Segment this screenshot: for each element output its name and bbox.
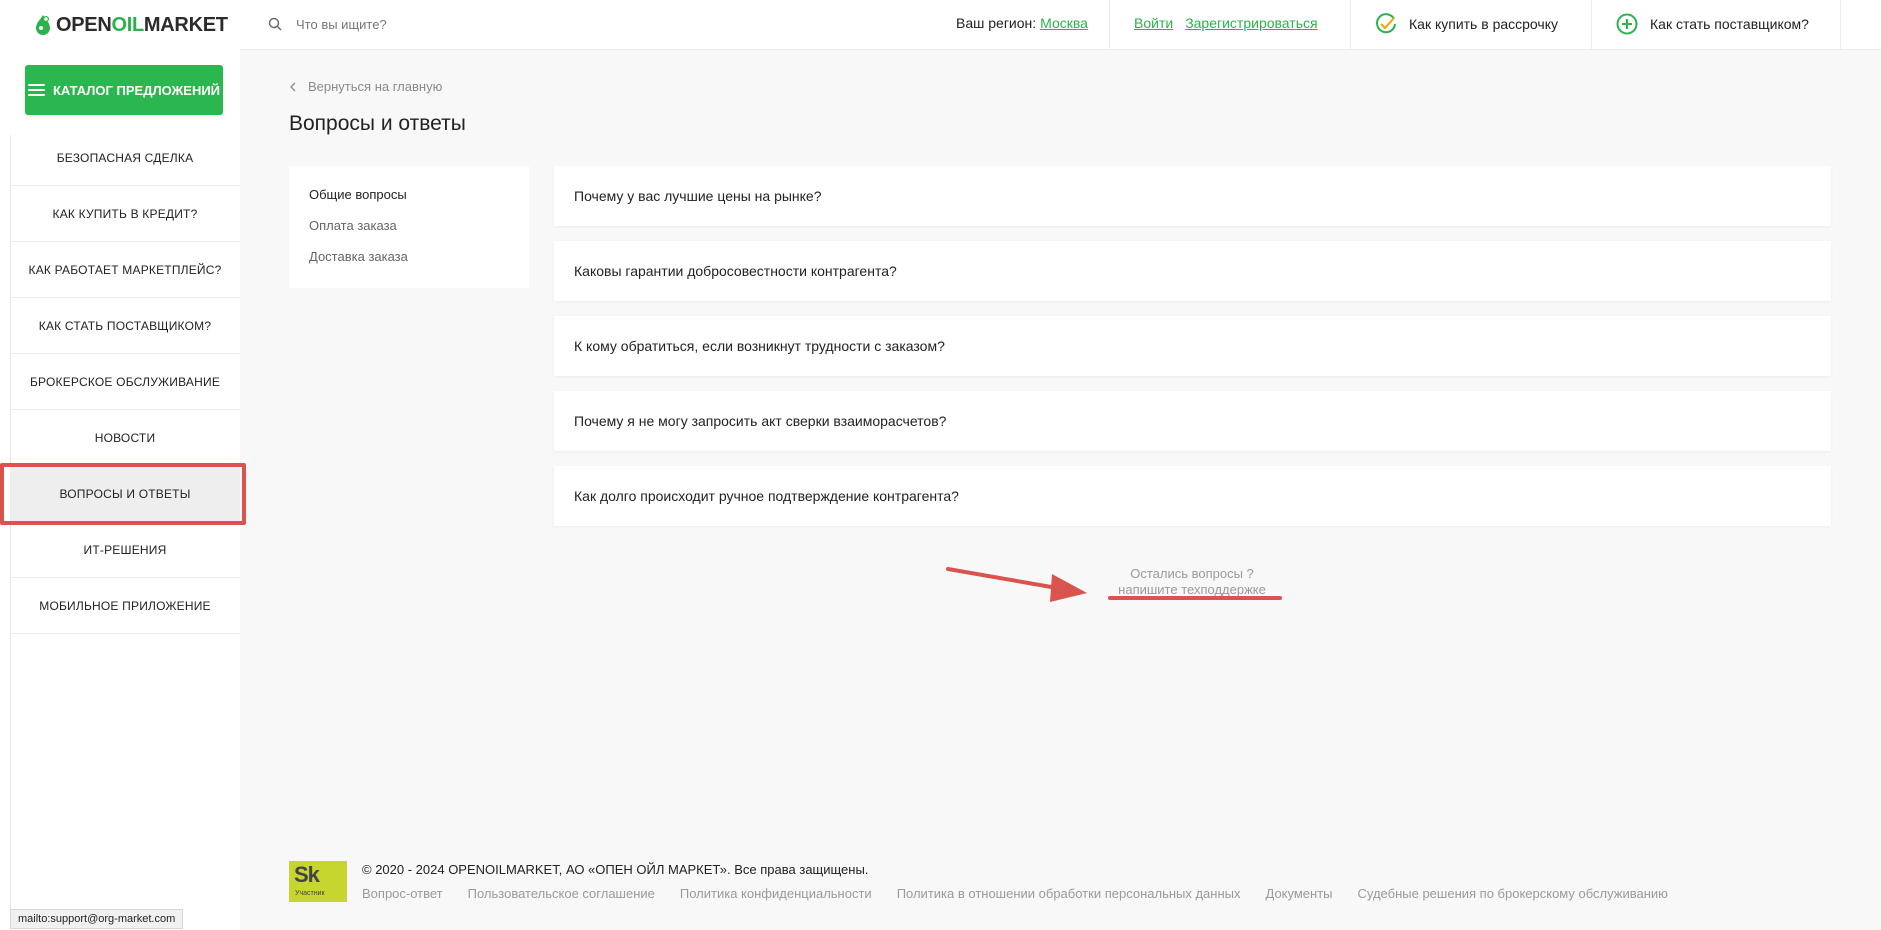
sidebar-item-news[interactable]: НОВОСТИ xyxy=(10,410,240,466)
sidebar-item-label: МОБИЛЬНОЕ ПРИЛОЖЕНИЕ xyxy=(39,598,211,613)
header-divider xyxy=(1109,0,1110,50)
chevron-left-icon xyxy=(290,82,296,91)
catalog-button-label: КАТАЛОГ ПРЕДЛОЖЕНИЙ xyxy=(52,82,221,98)
sidebar-item-become-supplier[interactable]: КАК СТАТЬ ПОСТАВЩИКОМ? xyxy=(10,298,240,354)
copyright: © 2020 - 2024 OPENOILMARKET, АО «ОПЕН ОЙ… xyxy=(362,862,869,877)
logo-text-market: MARKET xyxy=(143,13,228,36)
skolkovo-logo-text: Sk xyxy=(294,862,320,887)
header-divider xyxy=(1840,0,1841,50)
register-link[interactable]: Зарегистрироваться xyxy=(1185,15,1317,31)
region-link[interactable]: Москва xyxy=(1040,15,1088,31)
oil-drop-icon xyxy=(36,15,50,35)
faq-question[interactable]: К кому обратиться, если возникнут трудно… xyxy=(554,316,1831,376)
support-prompt: Остались вопросы ? напишите техподдержке xyxy=(1092,566,1292,598)
plus-circle-icon xyxy=(1616,13,1638,35)
page-title: Вопросы и ответы xyxy=(289,112,466,135)
header-divider xyxy=(1591,0,1592,50)
footer-link-privacy[interactable]: Политика конфиденциальности xyxy=(680,886,872,901)
search-input[interactable] xyxy=(296,12,596,36)
sidebar-item-mobile-app[interactable]: МОБИЛЬНОЕ ПРИЛОЖЕНИЕ xyxy=(10,578,240,634)
skolkovo-badge: Sk Участник xyxy=(289,861,347,902)
installment-link[interactable]: Как купить в рассрочку xyxy=(1375,13,1558,35)
region-label: Ваш регион: xyxy=(956,15,1037,31)
logo[interactable]: OPEN OIL MARKET xyxy=(34,12,228,38)
sidebar-item-faq[interactable]: ВОПРОСЫ И ОТВЕТЫ xyxy=(10,466,240,522)
category-payment[interactable]: Оплата заказа xyxy=(309,218,509,249)
category-general[interactable]: Общие вопросы xyxy=(309,187,509,218)
annotation-underline xyxy=(1108,596,1282,600)
sidebar-item-label: НОВОСТИ xyxy=(94,430,156,445)
footer-link-faq[interactable]: Вопрос-ответ xyxy=(362,886,443,901)
sidebar-item-label: КАК СТАТЬ ПОСТАВЩИКОМ? xyxy=(38,318,212,333)
faq-categories: Общие вопросы Оплата заказа Доставка зак… xyxy=(289,166,529,288)
become-supplier-link[interactable]: Как стать поставщиком? xyxy=(1616,13,1809,35)
menu-icon xyxy=(27,84,45,96)
sidebar: OPEN OIL MARKET КАТАЛОГ ПРЕДЛОЖЕНИЙ БЕЗОПА… xyxy=(0,0,240,930)
sidebar-item-credit[interactable]: КАК КУПИТЬ В КРЕДИТ? xyxy=(10,186,240,242)
footer-link-documents[interactable]: Документы xyxy=(1266,886,1333,901)
become-supplier-label: Как стать поставщиком? xyxy=(1650,16,1809,32)
sidebar-item-label: БЕЗОПАСНАЯ СДЕЛКА xyxy=(56,150,194,165)
header-divider xyxy=(1350,0,1351,50)
faq-question[interactable]: Каковы гарантии добросовестности контраг… xyxy=(554,241,1831,301)
faq-question[interactable]: Почему у вас лучшие цены на рынке? xyxy=(554,166,1831,226)
faq-question[interactable]: Как долго происходит ручное подтверждени… xyxy=(554,466,1831,526)
sidebar-nav: БЕЗОПАСНАЯ СДЕЛКА КАК КУПИТЬ В КРЕДИТ? К… xyxy=(10,130,240,634)
sidebar-item-label: КАК КУПИТЬ В КРЕДИТ? xyxy=(52,206,198,221)
sidebar-item-label: ВОПРОСЫ И ОТВЕТЫ xyxy=(59,486,191,501)
back-link-label: Вернуться на главную xyxy=(308,79,443,94)
sidebar-item-brokerage[interactable]: БРОКЕРСКОЕ ОБСЛУЖИВАНИЕ xyxy=(10,354,240,410)
back-link[interactable]: Вернуться на главную xyxy=(290,79,442,94)
auth-links: Войти Зарегистрироваться xyxy=(1134,15,1330,31)
logo-text-oil: OIL xyxy=(111,13,144,36)
support-link[interactable]: напишите техподдержке xyxy=(1118,582,1266,597)
browser-status-bar: mailto:support@org-market.com xyxy=(10,909,184,929)
search-icon[interactable] xyxy=(268,17,282,31)
footer-link-user-agreement[interactable]: Пользовательское соглашение xyxy=(468,886,655,901)
footer-links: Вопрос-ответ Пользовательское соглашение… xyxy=(362,886,1668,901)
login-link[interactable]: Войти xyxy=(1134,15,1173,31)
sidebar-item-it-solutions[interactable]: ИТ-РЕШЕНИЯ xyxy=(10,522,240,578)
catalog-button[interactable]: КАТАЛОГ ПРЕДЛОЖЕНИЙ xyxy=(25,65,223,115)
sidebar-item-safe-deal[interactable]: БЕЗОПАСНАЯ СДЕЛКА xyxy=(10,130,240,186)
logo-text-open: OPEN xyxy=(56,13,112,36)
skolkovo-badge-caption: Участник xyxy=(295,890,325,897)
installment-label: Как купить в рассрочку xyxy=(1409,16,1558,32)
sidebar-item-label: ИТ-РЕШЕНИЯ xyxy=(83,542,167,557)
top-header: Ваш регион:Москва Войти Зарегистрироватьс… xyxy=(240,0,1881,50)
check-circle-icon xyxy=(1376,13,1396,34)
faq-question[interactable]: Почему я не могу запросить акт сверки вз… xyxy=(554,391,1831,451)
category-delivery[interactable]: Доставка заказа xyxy=(309,249,509,280)
annotation-arrow xyxy=(946,567,1087,602)
support-question: Остались вопросы ? xyxy=(1130,566,1254,581)
footer-link-court-decisions[interactable]: Судебные решения по брокерскому обслужив… xyxy=(1358,886,1668,901)
region-selector: Ваш регион: Москва xyxy=(956,15,1088,31)
sidebar-item-how-it-works[interactable]: КАК РАБОТАЕТ МАРКЕТПЛЕЙС? xyxy=(10,242,240,298)
sidebar-item-label: КАК РАБОТАЕТ МАРКЕТПЛЕЙС? xyxy=(28,262,222,277)
footer-link-personal-data[interactable]: Политика в отношении обработки персональ… xyxy=(897,886,1241,901)
sidebar-item-label: БРОКЕРСКОЕ ОБСЛУЖИВАНИЕ xyxy=(29,374,221,389)
